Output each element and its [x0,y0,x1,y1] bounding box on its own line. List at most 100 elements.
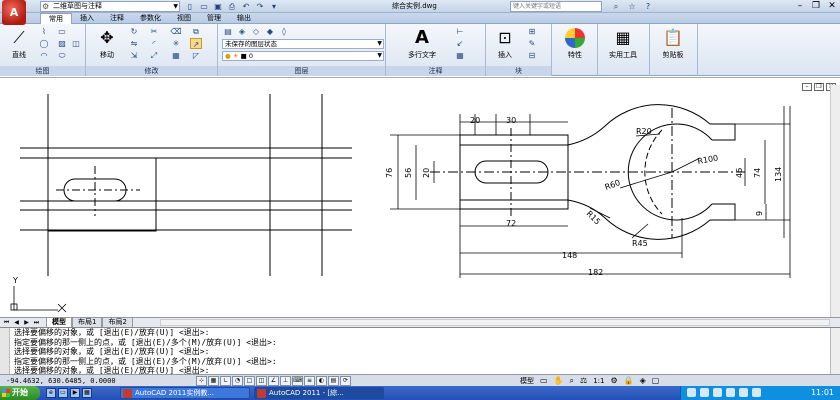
explode-icon[interactable]: ✳ [170,38,182,49]
taskbar-item[interactable]: AutoCAD 2011实例教... [120,387,250,399]
scale-icon[interactable]: ⤢ [148,50,160,61]
3d-osnap-toggle[interactable]: ◫ [256,376,267,386]
polyline-icon[interactable]: ⌇ [38,26,50,37]
help-search-input[interactable]: 键入关键字或短语 [510,1,602,12]
object-snap-toggle[interactable]: □ [244,376,255,386]
new-icon[interactable]: ▯ [184,1,196,12]
fillet-icon[interactable]: ◜ [148,38,160,49]
command-scrollbar[interactable] [830,328,840,375]
create-block-icon[interactable]: ⊞ [526,26,538,37]
clipboard-button[interactable]: 📋 剪贴板 [656,26,690,64]
chevron-down-icon[interactable]: ▾ [268,1,280,12]
first-icon[interactable]: ⏮ [2,318,11,327]
star-icon[interactable]: ☆ [626,1,638,12]
workspace-selector[interactable]: ⚙ 二维草图与注释 ▼ [40,1,180,12]
annotation-panel-title[interactable]: 注释 [386,66,485,76]
ime-icon[interactable] [726,388,735,397]
copy-icon[interactable]: ⧉ [190,26,202,37]
linear-dimension-icon[interactable]: ⊢ [454,26,466,37]
prev-icon[interactable]: ◀ [12,318,21,327]
move-button[interactable]: ✥ 移动 [90,26,124,64]
insert-button[interactable]: ⊡ 插入 [488,26,522,64]
next-icon[interactable]: ▶ [22,318,31,327]
quick-properties-toggle[interactable]: ▤ [328,376,339,386]
tab-manage[interactable]: 管理 [199,13,229,24]
attribute-icon[interactable]: ⊟ [526,50,538,61]
tab-insert[interactable]: 插入 [72,13,102,24]
restore-icon[interactable]: ❐ [814,83,824,91]
layer-icon[interactable]: ◆ [264,26,276,37]
restore-icon[interactable]: ❐ [810,0,822,12]
ortho-toggle[interactable]: ∟ [220,376,231,386]
volume-icon[interactable] [700,388,709,397]
minimize-icon[interactable]: – [794,0,806,12]
search-icon[interactable]: ⌕ [610,1,622,12]
leader-icon[interactable]: ↙ [454,38,466,49]
ellipse-icon[interactable]: ⬭ [56,50,68,61]
dynamic-input-toggle[interactable]: ⌨ [292,376,303,386]
layer-dropdown[interactable]: ● ☀ ■ 0 ▼ [222,51,384,61]
selection-cycling-toggle[interactable]: ⟳ [340,376,351,386]
taskbar-item-active[interactable]: AutoCAD 2011 - [綜... [254,387,384,399]
horizontal-scrollbar[interactable] [160,319,830,326]
array-icon[interactable]: ▦ [170,50,182,61]
vertical-scrollbar[interactable] [830,85,840,317]
app-icon[interactable]: ▦ [82,388,92,398]
save-icon[interactable]: ▣ [212,1,224,12]
desktop-icon[interactable]: ▭ [58,388,68,398]
layer-state-dropdown[interactable]: 未保存的图层状态 ▼ [222,39,384,49]
region-icon[interactable]: ◫ [70,38,82,49]
update-icon[interactable] [739,388,748,397]
open-icon[interactable]: ▭ [198,1,210,12]
security-icon[interactable] [713,388,722,397]
grid-toggle[interactable]: ▦ [208,376,219,386]
tab-view[interactable]: 视图 [169,13,199,24]
layer-properties-icon[interactable]: ▤ [222,26,234,37]
edit-block-icon[interactable]: ✎ [526,38,538,49]
layer-icon[interactable]: ◈ [236,26,248,37]
last-icon[interactable]: ⏭ [32,318,41,327]
mtext-button[interactable]: A 多行文字 [402,26,442,64]
layer-icon[interactable]: ◇ [250,26,262,37]
start-button[interactable]: 开始 [0,386,40,400]
undo-icon[interactable]: ↶ [240,1,252,12]
media-icon[interactable]: ▶ [70,388,80,398]
modify-panel-title[interactable]: 修改 [86,66,217,76]
command-window-grip[interactable] [0,328,10,375]
help-icon[interactable]: ? [642,1,654,12]
tab-annotate[interactable]: 注释 [102,13,132,24]
arc-icon[interactable]: ◠ [38,50,50,61]
polar-toggle[interactable]: ◔ [232,376,243,386]
properties-button[interactable]: 特性 [558,26,592,64]
lineweight-toggle[interactable]: ≡ [304,376,315,386]
layers-panel-title[interactable]: 图层 [218,66,385,76]
object-tracking-toggle[interactable]: ∠ [268,376,279,386]
transparency-toggle[interactable]: ◐ [316,376,327,386]
plot-icon[interactable]: ⎙ [226,1,238,12]
drawing-canvas[interactable]: 20 30 76 56 20 72 148 182 134 74 46 9 R2… [0,77,840,317]
close-icon[interactable]: ✕ [826,0,838,12]
erase-icon[interactable]: ⌫ [170,26,182,37]
utilities-button[interactable]: ▦ 实用工具 [606,26,640,64]
circle-icon[interactable]: ◯ [38,38,50,49]
layer-icon[interactable]: ◊ [278,26,290,37]
stretch-icon[interactable]: ⇲ [128,50,140,61]
draw-panel-title[interactable]: 绘图 [0,66,85,76]
minimize-icon[interactable]: – [802,83,812,91]
rectangle-icon[interactable]: ▭ [56,26,68,37]
block-panel-title[interactable]: 块 [486,66,551,76]
redo-icon[interactable]: ↷ [254,1,266,12]
mirror-icon[interactable]: ⇋ [128,38,140,49]
table-icon[interactable]: ▦ [454,50,466,61]
rotate-icon[interactable]: ↻ [128,26,140,37]
tab-output[interactable]: 输出 [229,13,259,24]
hatch-icon[interactable]: ▨ [56,38,68,49]
network-icon[interactable] [687,388,696,397]
clock[interactable]: 11:01 [811,386,834,400]
application-menu-button[interactable]: A [2,0,26,25]
trim-icon[interactable]: ✂ [148,26,160,37]
ducs-toggle[interactable]: ⊥ [280,376,291,386]
chamfer-icon[interactable]: ◸ [190,50,202,61]
app-tray-icon[interactable] [752,388,761,397]
line-button[interactable]: ⟋ 直线 [2,26,36,64]
